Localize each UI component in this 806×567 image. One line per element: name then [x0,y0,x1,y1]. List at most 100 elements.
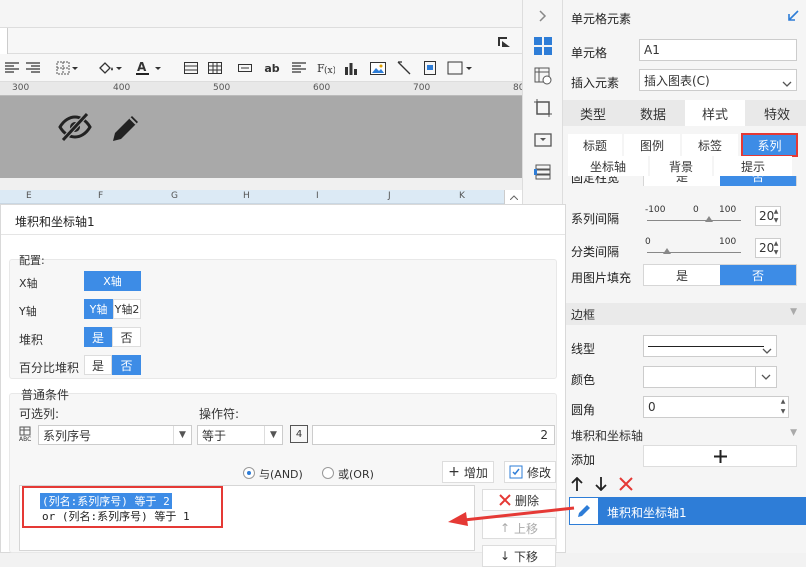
image-fill-toggle[interactable]: 是否 [643,264,797,286]
layer-icon[interactable] [531,160,555,184]
tab-effect[interactable]: 特效 [747,100,806,126]
design-canvas[interactable] [0,96,522,178]
slider-thumb[interactable] [705,216,713,222]
cell-input[interactable]: A1 [639,39,797,61]
number-type-icon[interactable]: 4 [290,425,308,443]
panel-header: 单元格元素 [563,0,806,34]
y-axis-option-2[interactable]: Y轴2 [113,299,141,319]
arrow-down-icon[interactable] [595,477,607,494]
collapse-icon[interactable] [787,10,799,25]
or-radio[interactable] [322,467,334,479]
paragraph-icon[interactable] [290,58,308,78]
pencil-icon[interactable] [110,112,142,147]
category-gap-slider[interactable]: 0 100 [645,233,741,259]
toggle-yes[interactable]: 是 [644,176,720,186]
series-gap-label: 系列间隔 [571,212,620,226]
ruler: 300 400 500 600 700 800 [0,82,530,96]
slider-mid: 0 [693,205,699,215]
border-section-header[interactable]: 边框 ▼ [563,303,806,325]
chart-icon[interactable] [342,58,360,78]
column-select[interactable]: 系列序号 ▼ [38,425,192,445]
insert-row-icon[interactable] [182,58,200,78]
text-icon[interactable]: ab [262,58,282,78]
and-radio[interactable] [243,467,255,479]
menu-corner-icon[interactable] [498,36,510,47]
chevron-right-icon[interactable] [531,4,555,28]
series-gap-slider[interactable]: -100 0 100 [645,201,741,227]
image-fill-label: 用图片填充 [571,271,632,285]
tab-type[interactable]: 类型 [563,100,623,126]
percent-stack-yes[interactable]: 是 [84,355,112,375]
toggle-no[interactable]: 否 [720,265,796,285]
chevron-down-icon: ▼ [790,307,797,317]
toggle-yes[interactable]: 是 [644,265,720,285]
chevron-down-icon: ▼ [790,428,797,438]
ruler-tick: 300 [12,83,30,93]
y-axis-option-1[interactable]: Y轴 [84,299,113,319]
insert-select[interactable]: 插入图表(C) [639,69,797,91]
font-color-icon[interactable]: A [134,58,164,78]
line-type-label: 线型 [571,342,596,356]
scroll-up-icon[interactable] [504,190,522,204]
condition-list[interactable]: (列名:系列序号) 等于 2 or (列名:系列序号) 等于 1 [19,485,475,551]
subtab-label[interactable]: 标签 [682,134,738,156]
stack-section-header[interactable]: 堆积和坐标轴 ▼ [563,424,806,446]
line-type-select[interactable] [643,335,777,357]
radius-input[interactable]: 0 ▲ ▼ [643,396,789,418]
modify-icon [509,465,523,479]
image-icon[interactable] [368,58,388,78]
subtab-legend[interactable]: 图例 [624,134,680,156]
modify-condition-button[interactable]: 修改 [504,461,556,483]
merge-icon[interactable] [236,58,254,78]
series-gap-input[interactable]: 20 ▲ ▼ [755,206,781,226]
percent-stack-no[interactable]: 否 [112,355,141,375]
x-axis-option[interactable]: X轴 [84,271,141,291]
stack-list-item[interactable]: 堆积和坐标轴1 [569,497,806,525]
operator-select-value: 等于 [202,428,227,443]
value-input[interactable]: 2 [312,425,555,445]
subtab-series[interactable]: 系列 [741,133,798,157]
subtab-title[interactable]: 标题 [568,134,622,156]
subtab-axis[interactable]: 坐标轴 [568,156,648,176]
tab-style[interactable]: 样式 [685,100,745,126]
category-gap-label: 分类间隔 [571,245,620,259]
slider-thumb[interactable] [663,248,671,254]
eye-slash-icon[interactable] [58,112,92,145]
widget-icon[interactable] [531,128,555,152]
color-select[interactable] [643,366,777,388]
stack-no[interactable]: 否 [112,327,141,347]
plus-icon [713,449,727,463]
subtab-background[interactable]: 背景 [650,156,712,176]
move-down-button[interactable]: ↓ 下移 [482,545,556,567]
arrow-down-icon: ↓ [499,549,511,563]
align-right-icon[interactable] [24,58,42,78]
chevron-down-icon[interactable] [755,366,777,388]
table-icon[interactable] [206,58,224,78]
form-icon[interactable] [420,58,440,78]
border-icon[interactable] [54,58,80,78]
category-gap-input[interactable]: 20 ▲ ▼ [755,238,781,258]
stack-list-item-label: 堆积和坐标轴1 [607,506,687,520]
slider-min: 0 [645,237,651,247]
delete-icon[interactable] [619,477,633,494]
radius-spinner[interactable]: ▲ ▼ [778,397,788,417]
stack-yes[interactable]: 是 [84,327,112,347]
cell-attr-icon[interactable] [531,64,555,88]
fixed-width-row: 固定柱宽 是否 [563,176,806,186]
move-down-label: 下移 [514,549,539,564]
float-element-icon[interactable] [531,96,555,120]
cell-element-icon[interactable] [531,34,555,58]
operator-select[interactable]: 等于 ▼ [197,425,283,445]
add-stack-button[interactable] [643,445,797,467]
tab-data[interactable]: 数据 [623,100,683,126]
align-left-icon[interactable] [3,58,21,78]
formula-icon[interactable]: F (x) [316,58,336,78]
frame-icon[interactable] [446,58,474,78]
toggle-no[interactable]: 否 [720,176,796,186]
slash-icon[interactable] [394,58,414,78]
fixed-width-toggle[interactable]: 是否 [643,176,797,186]
arrow-up-icon[interactable] [571,476,583,494]
fill-color-icon[interactable] [96,58,124,78]
add-condition-button[interactable]: + 增加 [442,461,494,483]
subtab-tooltip[interactable]: 提示 [714,156,792,176]
